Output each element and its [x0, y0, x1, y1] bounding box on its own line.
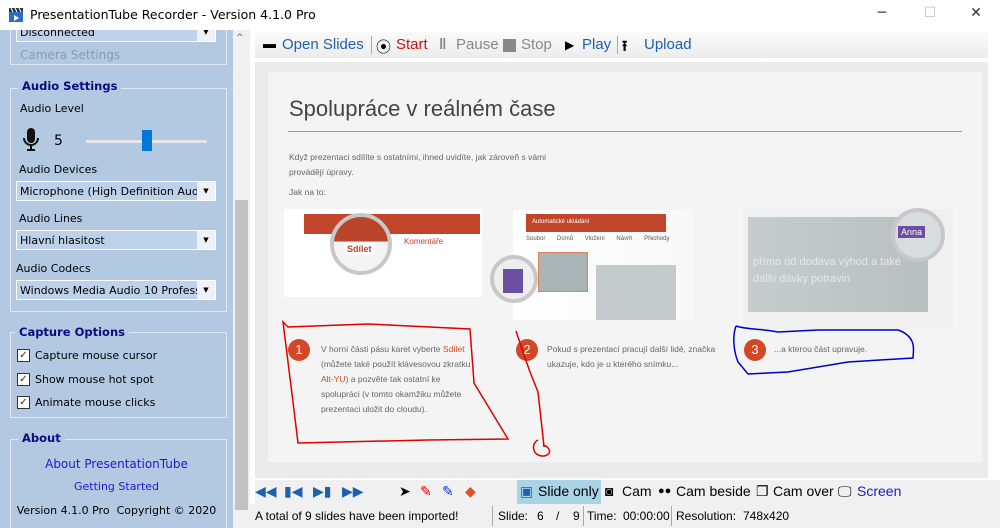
cam-button[interactable]: Cam [622, 483, 652, 499]
slide-preview: Spolupráce v reálném čase Když prezentac… [268, 72, 982, 462]
slide-current: 6 [537, 509, 544, 523]
status-bar: A total of 9 slides have been imported! … [250, 504, 1000, 528]
slide-label: Slide: [498, 509, 529, 523]
version-text: Version 4.1.0 Pro Copyright © 2020 [16, 504, 217, 517]
first-slide-icon[interactable]: ◀◀ [255, 483, 277, 500]
pointer-icon[interactable]: ➤ [399, 483, 411, 500]
about-header: About [18, 431, 65, 445]
minimize-button[interactable]: ─ [867, 5, 897, 21]
audio-level-value: 5 [54, 133, 63, 149]
record-icon: ⦿ [376, 39, 392, 56]
cam-over-icon: ❐ [756, 483, 769, 499]
chevron-down-icon: ▼ [197, 182, 215, 200]
chevron-down-icon: ▼ [197, 281, 215, 299]
red-pen-icon[interactable]: ✎ [420, 483, 432, 500]
cam-beside-button[interactable]: Cam beside [676, 483, 751, 499]
camera-combo-value: Disconnected [20, 30, 95, 39]
eraser-icon[interactable]: ◆ [465, 483, 476, 500]
audio-device-value: Microphone (High Definition Audio De [20, 185, 216, 198]
next-slide-icon[interactable]: ▶▮ [313, 483, 331, 500]
right-scrollbar[interactable] [988, 30, 1000, 480]
resolution-label: Resolution: [676, 509, 737, 523]
folder-icon: ▬ [263, 36, 276, 51]
pause-button[interactable]: Pause [456, 36, 499, 53]
getting-started-link[interactable]: Getting Started [0, 480, 233, 493]
cam-beside-icon: ●● [658, 485, 672, 497]
audio-line-combo[interactable]: Hlavní hlasitost ▼ [16, 230, 216, 250]
resolution-value: 748x420 [743, 509, 790, 523]
audio-codec-value: Windows Media Audio 10 Professiona [20, 284, 216, 297]
slide-only-label[interactable]: Slide only [538, 483, 599, 499]
play-button[interactable]: Play [582, 36, 611, 53]
scroll-up-icon[interactable]: ^ [236, 33, 244, 43]
stop-icon [503, 39, 516, 52]
chevron-down-icon: ▼ [197, 231, 215, 249]
audio-devices-label: Audio Devices [19, 163, 98, 176]
audio-device-combo[interactable]: Microphone (High Definition Audio De ▼ [16, 181, 216, 201]
camera-combo[interactable]: Disconnected ▼ [16, 30, 216, 42]
upload-icon: ⭱ [622, 38, 628, 55]
animate-clicks-checkbox[interactable]: ✓ [17, 396, 30, 409]
show-hot-spot-label: Show mouse hot spot [35, 373, 154, 386]
app-clapper-icon [9, 7, 23, 22]
start-button[interactable]: Start [396, 36, 428, 53]
ink-annotations [281, 319, 915, 457]
audio-codec-combo[interactable]: Windows Media Audio 10 Professiona ▼ [16, 280, 216, 300]
status-message: A total of 9 slides have been imported! [255, 509, 459, 523]
slide-total: 9 [573, 509, 580, 523]
about-link[interactable]: About PresentationTube [0, 457, 233, 471]
audio-level-slider-thumb[interactable] [141, 130, 152, 151]
screen-button[interactable]: Screen [857, 483, 901, 499]
close-button[interactable]: ✕ [961, 5, 991, 21]
red-ink-box [281, 319, 510, 444]
settings-panel: Disconnected ▼ Camera Settings Audio Sett… [0, 30, 233, 528]
left-scrollbar-thumb[interactable] [235, 200, 248, 510]
show-hot-spot-checkbox[interactable]: ✓ [17, 373, 30, 386]
camera-icon: ◙ [605, 483, 614, 499]
audio-line-value: Hlavní hlasitost [20, 234, 105, 247]
audio-level-label: Audio Level [20, 102, 84, 115]
red-ink-stroke [515, 330, 551, 457]
capture-mouse-cursor-label: Capture mouse cursor [35, 349, 158, 362]
title-bar: PresentationTube Recorder - Version 4.1.… [0, 0, 1000, 30]
microphone-icon [23, 128, 39, 151]
pause-icon: ‖ [439, 36, 447, 53]
camera-settings-link: Camera Settings [20, 48, 121, 62]
screen-icon: 🖵 [838, 483, 852, 499]
powerpoint-icon: ▣ [520, 483, 534, 499]
time-value: 00:00:00 [623, 509, 670, 523]
time-label: Time: [587, 509, 617, 523]
main-toolbar: ▬ Open Slides ⦿ Start ‖ Pause Stop ▶ Pla… [255, 32, 988, 58]
animate-clicks-label: Animate mouse clicks [35, 396, 156, 409]
slide-separator: / [556, 509, 560, 523]
window-title: PresentationTube Recorder - Version 4.1.… [30, 7, 316, 22]
capture-options-header: Capture Options [15, 325, 129, 339]
audio-settings-header: Audio Settings [18, 79, 122, 93]
upload-button[interactable]: Upload [644, 36, 692, 53]
cam-over-button[interactable]: Cam over [773, 483, 834, 499]
open-slides-button[interactable]: Open Slides [282, 36, 364, 53]
previous-slide-icon[interactable]: ▮◀ [284, 483, 302, 500]
audio-lines-label: Audio Lines [19, 212, 83, 225]
play-icon: ▶ [565, 38, 575, 52]
stop-button[interactable]: Stop [521, 36, 552, 53]
blue-pen-icon[interactable]: ✎ [442, 483, 454, 500]
chevron-down-icon: ▼ [197, 30, 215, 41]
capture-mouse-cursor-checkbox[interactable]: ✓ [17, 349, 30, 362]
bottom-toolbar: ◀◀ ▮◀ ▶▮ ▶▶ ➤ ✎ ✎ ◆ ▣ Slide only ◙ Cam ●… [255, 480, 1000, 504]
maximize-button[interactable]: ☐ [915, 5, 945, 21]
blue-ink-loop [733, 325, 915, 375]
last-slide-icon[interactable]: ▶▶ [342, 483, 364, 500]
audio-codecs-label: Audio Codecs [16, 262, 91, 275]
